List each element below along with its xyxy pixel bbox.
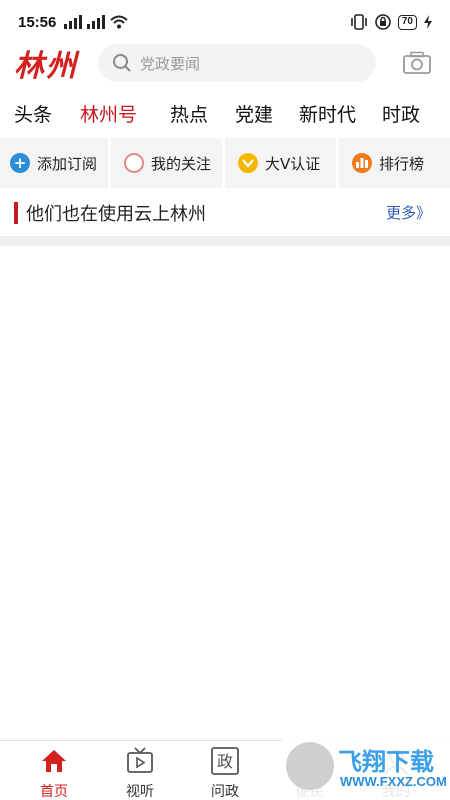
app-logo: 林州 [14,49,78,84]
home-icon [42,750,66,772]
search-placeholder: 党政要闻 [140,54,201,73]
status-network-icons [64,15,129,29]
tab-new-era[interactable]: 新时代 [299,100,356,127]
action-label: 添加订阅 [37,154,98,173]
search-icon [113,54,131,72]
ring-icon [124,153,144,173]
nav-label: 视听 [126,784,154,800]
wifi-icon [110,15,129,29]
tab-linzhouhao[interactable]: 林州号 [80,100,137,127]
search-input[interactable]: 党政要闻 [98,44,376,82]
section-divider [0,236,450,246]
watermark: 飞翔下载 WWW.FXXZ.COM [282,738,450,800]
action-label: 我的关注 [151,154,212,173]
watermark-text: 飞翔下载 [338,748,434,776]
watermark-logo-icon [286,742,334,790]
section-header: 他们也在使用云上林州 更多》 [0,188,450,236]
status-bar: 15:56 70 [0,0,450,44]
section-accent-bar [14,202,18,224]
battery-level: 70 [397,14,417,30]
big-v-verify-button[interactable]: 大V认证 [228,138,339,188]
vibrate-icon [351,14,367,30]
svg-text:政: 政 [217,752,233,771]
nav-video[interactable]: 视听 [110,747,170,800]
nav-wenzheng[interactable]: 政 问政 [195,747,255,800]
app-header: 林州 党政要闻 [0,44,450,90]
add-subscription-button[interactable]: + 添加订阅 [0,138,111,188]
camera-icon[interactable] [402,51,432,75]
nav-label: 首页 [40,784,68,800]
tab-party[interactable]: 党建 [235,100,273,127]
zheng-icon: 政 [211,747,239,775]
lock-icon [375,14,391,30]
rank-bars-icon [352,153,372,173]
section-title: 他们也在使用云上林州 [26,204,206,225]
action-label: 排行榜 [379,154,425,173]
action-bar: + 添加订阅 我的关注 大V认证 排行榜 [0,138,450,188]
plus-circle-icon: + [10,153,30,173]
tab-toutiao[interactable]: 头条 [14,100,52,127]
signal-icon [64,15,83,29]
action-label: 大V认证 [265,154,321,173]
check-v-icon [238,153,258,173]
tab-hot[interactable]: 热点 [170,100,208,127]
charging-icon [424,15,432,29]
status-right-icons: 70 [350,14,432,30]
ranking-button[interactable]: 排行榜 [342,138,450,188]
tab-politics[interactable]: 时政 [382,100,420,127]
signal-icon [87,15,106,29]
nav-label: 问政 [211,784,239,800]
watermark-url: WWW.FXXZ.COM [340,774,447,789]
tv-icon [127,747,153,773]
my-follows-button[interactable]: 我的关注 [114,138,225,188]
more-link[interactable]: 更多》 [386,202,431,223]
channel-tabs: 头条 林州号 热点 党建 新时代 时政 [0,90,450,136]
status-time: 15:56 [18,13,57,31]
nav-home[interactable]: 首页 [24,747,84,800]
